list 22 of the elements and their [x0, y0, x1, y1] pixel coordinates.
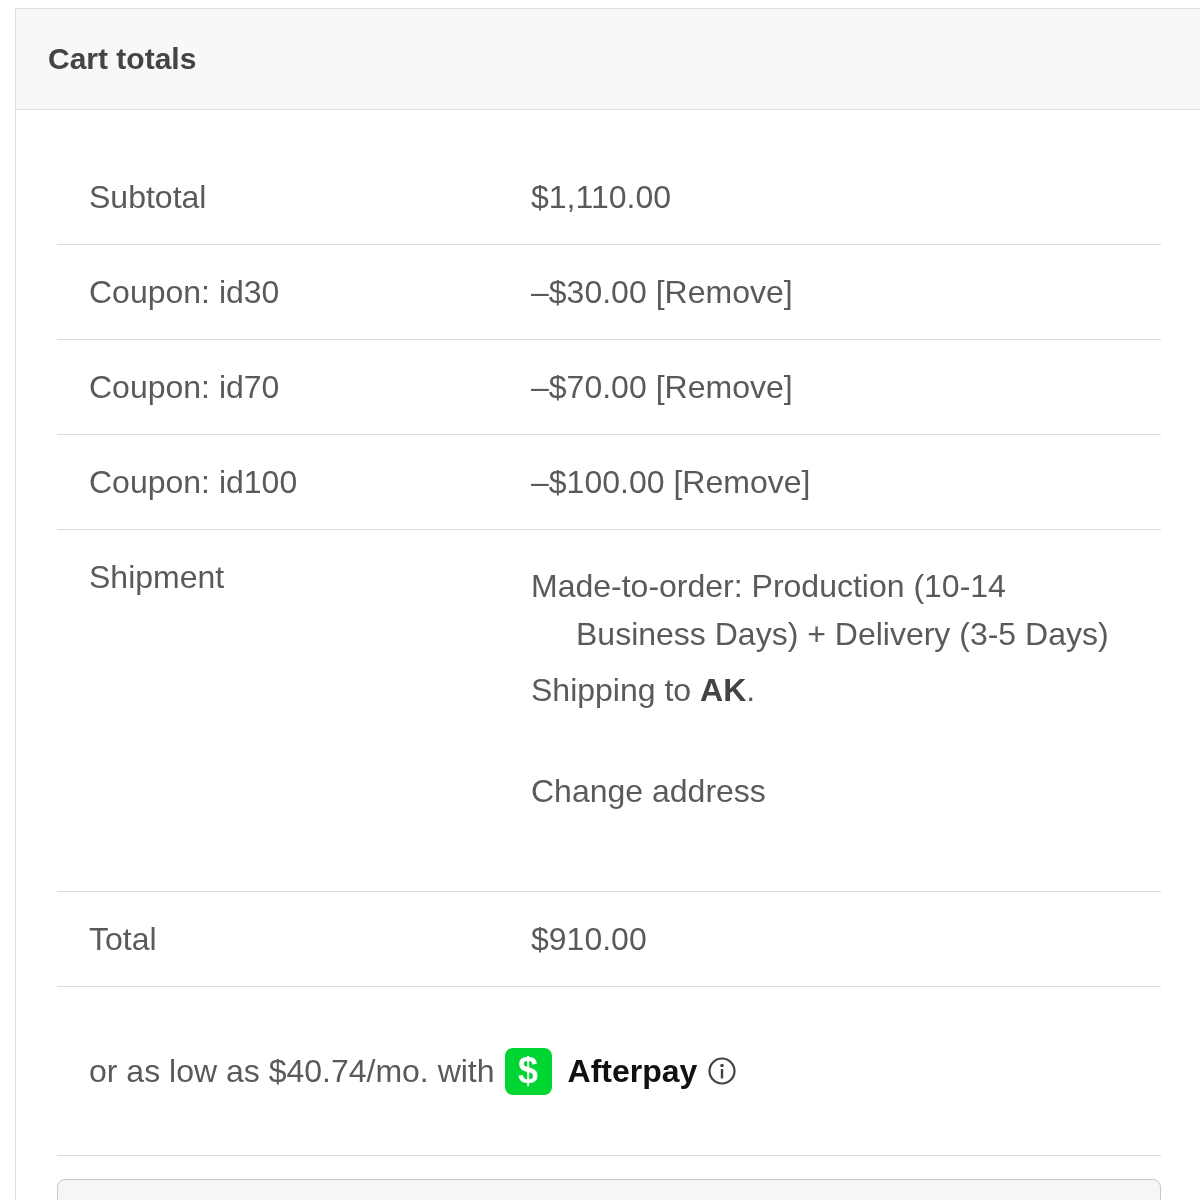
row-value: $910.00	[531, 921, 647, 957]
info-icon[interactable]	[708, 1057, 737, 1085]
dollar-logo-icon: $	[504, 1047, 552, 1095]
coupon-label: Coupon: id70	[89, 369, 280, 405]
change-address-link[interactable]: Change address	[531, 767, 766, 815]
coupon-label: Coupon: id100	[89, 464, 298, 500]
row-value: $1,110.00	[531, 179, 671, 215]
remove-coupon-link[interactable]: [Remove]	[655, 268, 793, 316]
installment-text: or as low as $40.74/mo. with	[89, 1052, 495, 1091]
remove-coupon-link[interactable]: [Remove]	[673, 458, 811, 506]
row-label: Total	[89, 921, 157, 957]
shipping-method: Made-to-order: Production (10-14 Business Days) + Delivery (3-5 Days)	[531, 567, 1110, 654]
card-title: Cart totals	[48, 42, 197, 76]
discount-amount: –$70.00	[531, 368, 647, 407]
remove-coupon-link[interactable]: [Remove]	[655, 363, 793, 411]
discount-amount: –$30.00	[531, 273, 647, 312]
row-label: Subtotal	[89, 179, 207, 215]
coupon-label: Coupon: id30	[89, 274, 280, 310]
provider-name: Afterpay	[567, 1052, 698, 1091]
discount-amount: –$100.00	[531, 463, 665, 502]
shipping-destination: Shipping to AK.	[531, 671, 756, 710]
row-label: Shipment	[89, 559, 225, 595]
